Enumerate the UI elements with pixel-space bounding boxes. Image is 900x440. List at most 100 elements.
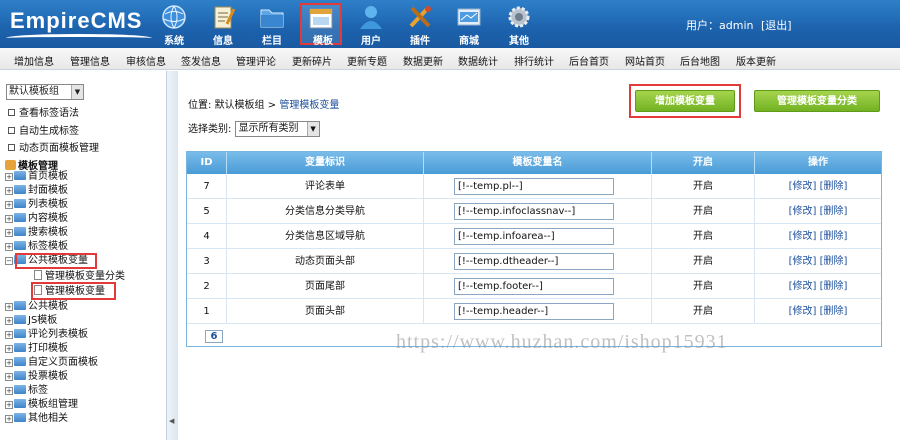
nav-system[interactable]: 系统 — [153, 3, 195, 47]
edit-link[interactable]: [修改] — [789, 206, 817, 217]
nav-column[interactable]: 栏目 — [251, 3, 293, 47]
tree-item-other-related[interactable]: + 其他相关 — [5, 413, 68, 425]
nav-template[interactable]: 模板 — [300, 3, 342, 47]
tree-item-tags[interactable]: + 标签 — [5, 385, 48, 397]
dynamic-page-template-link[interactable]: 动态页面模板管理 — [8, 139, 99, 154]
delete-link[interactable]: [删除] — [820, 256, 848, 267]
tree-item-js-template[interactable]: + JS模板 — [5, 315, 57, 327]
var-name-field[interactable]: [!--temp.header--] — [454, 303, 614, 320]
col-var-name: 模板变量名 — [424, 152, 652, 174]
var-name-field[interactable]: [!--temp.footer--] — [454, 278, 614, 295]
empirecms-logo: EmpireCMS — [4, 6, 154, 44]
expand-plus-icon[interactable]: + — [5, 229, 13, 237]
menu-version-update[interactable]: 版本更新 — [736, 53, 776, 68]
edit-link[interactable]: [修改] — [789, 231, 817, 242]
var-name-field[interactable]: [!--temp.dtheader--] — [454, 253, 614, 270]
expand-plus-icon[interactable]: + — [5, 243, 13, 251]
expand-plus-icon[interactable]: + — [5, 359, 13, 367]
expand-plus-icon[interactable]: + — [5, 215, 13, 223]
quick-menu-bar: 增加信息 管理信息 审核信息 签发信息 管理评论 更新碎片 更新专题 数据更新 … — [0, 48, 900, 70]
expand-plus-icon[interactable]: + — [5, 415, 13, 423]
tree-item-tag-template[interactable]: + 标签模板 — [5, 241, 68, 253]
delete-link[interactable]: [删除] — [820, 231, 848, 242]
highlight-box — [15, 253, 97, 269]
sidebar-collapse-handle[interactable]: ◀ — [166, 71, 178, 440]
menu-manage-info[interactable]: 管理信息 — [70, 53, 110, 68]
tree-item-vote-template[interactable]: + 投票模板 — [5, 371, 68, 383]
type-select[interactable]: 显示所有类别 ▼ — [234, 121, 320, 137]
tree-item-manage-var-class[interactable]: 管理模板变量分类 — [34, 270, 125, 282]
var-name-field[interactable]: [!--temp.infoarea--] — [454, 228, 614, 245]
table-row: 7 评论表单 [!--temp.pl--] 开启 [修改] [删除] — [187, 174, 881, 199]
breadcrumb-current-link[interactable]: 管理模板变量 — [279, 100, 339, 111]
expand-plus-icon[interactable]: + — [5, 373, 13, 381]
menu-sign-info[interactable]: 签发信息 — [181, 53, 221, 68]
nav-user[interactable]: 用户 — [350, 3, 392, 47]
edit-link[interactable]: [修改] — [789, 306, 817, 317]
menu-site-home[interactable]: 网站首页 — [625, 53, 665, 68]
expand-plus-icon[interactable]: + — [5, 187, 13, 195]
tree-item-custom-page-template[interactable]: + 自定义页面模板 — [5, 357, 98, 369]
user-icon — [360, 6, 382, 29]
expand-plus-icon[interactable]: + — [5, 173, 13, 181]
delete-link[interactable]: [删除] — [820, 206, 848, 217]
delete-link[interactable]: [删除] — [820, 281, 848, 292]
tree-item-list-template[interactable]: + 列表模板 — [5, 199, 68, 211]
col-enabled: 开启 — [652, 152, 755, 174]
table-row: 5 分类信息分类导航 [!--temp.infoclassnav--] 开启 [… — [187, 199, 881, 224]
menu-rank-stats[interactable]: 排行统计 — [514, 53, 554, 68]
expand-plus-icon[interactable]: + — [5, 201, 13, 209]
nav-plugin[interactable]: 插件 — [399, 3, 441, 47]
chevron-down-icon: ▼ — [71, 85, 83, 99]
table-row: 2 页面尾部 [!--temp.footer--] 开启 [修改] [删除] — [187, 274, 881, 299]
menu-update-fragments[interactable]: 更新碎片 — [292, 53, 332, 68]
delete-link[interactable]: [删除] — [820, 306, 848, 317]
template-manage-icon — [5, 160, 16, 170]
nav-shop[interactable]: 商城 — [448, 3, 490, 47]
folder-icon — [14, 343, 26, 352]
nav-info[interactable]: 信息 — [202, 3, 244, 47]
tree-item-home-template[interactable]: + 首页模板 — [5, 171, 68, 183]
highlight-box — [31, 282, 116, 300]
menu-data-update[interactable]: 数据更新 — [403, 53, 443, 68]
expand-plus-icon[interactable]: + — [5, 303, 13, 311]
edit-link[interactable]: [修改] — [789, 181, 817, 192]
tree-item-public-template[interactable]: + 公共模板 — [5, 301, 68, 313]
var-name-field[interactable]: [!--temp.infoclassnav--] — [454, 203, 614, 220]
username: admin — [719, 19, 754, 32]
tree-item-search-template[interactable]: + 搜索模板 — [5, 227, 68, 239]
tree-item-cover-template[interactable]: + 封面模板 — [5, 185, 68, 197]
expand-plus-icon[interactable]: + — [5, 317, 13, 325]
menu-add-info[interactable]: 增加信息 — [14, 53, 54, 68]
add-template-var-button[interactable]: 增加模板变量 — [635, 90, 735, 112]
menu-admin-map[interactable]: 后台地图 — [680, 53, 720, 68]
view-tag-syntax-link[interactable]: 查看标签语法 — [8, 104, 79, 119]
total-count-badge: 6 — [205, 330, 223, 343]
menu-data-stats[interactable]: 数据统计 — [458, 53, 498, 68]
menu-admin-home[interactable]: 后台首页 — [569, 53, 609, 68]
logout-link[interactable]: [退出] — [761, 19, 792, 32]
var-name-field[interactable]: [!--temp.pl--] — [454, 178, 614, 195]
menu-update-topics[interactable]: 更新专题 — [347, 53, 387, 68]
sidebar: 默认模板组 ▼ 查看标签语法 自动生成标签 动态页面模板管理 模板管理 + 首页模… — [0, 71, 166, 440]
tree-item-content-template[interactable]: + 内容模板 — [5, 213, 68, 225]
tree-item-comment-list-template[interactable]: + 评论列表模板 — [5, 329, 88, 341]
manage-var-class-button[interactable]: 管理模板变量分类 — [754, 90, 880, 112]
expand-plus-icon[interactable]: + — [5, 387, 13, 395]
expand-plus-icon[interactable]: + — [5, 401, 13, 409]
delete-link[interactable]: [删除] — [820, 181, 848, 192]
collapse-minus-icon[interactable]: − — [5, 257, 13, 265]
globe-icon — [162, 5, 186, 29]
auto-generate-tag-link[interactable]: 自动生成标签 — [8, 122, 79, 137]
edit-link[interactable]: [修改] — [789, 281, 817, 292]
expand-plus-icon[interactable]: + — [5, 331, 13, 339]
tree-item-print-template[interactable]: + 打印模板 — [5, 343, 68, 355]
menu-review-info[interactable]: 审核信息 — [126, 53, 166, 68]
template-group-select[interactable]: 默认模板组 ▼ — [6, 84, 84, 100]
logo-text: EmpireCMS — [10, 8, 143, 33]
expand-plus-icon[interactable]: + — [5, 345, 13, 353]
edit-link[interactable]: [修改] — [789, 256, 817, 267]
menu-manage-comments[interactable]: 管理评论 — [236, 53, 276, 68]
nav-other[interactable]: 其他 — [498, 3, 540, 47]
tree-item-template-group-manage[interactable]: + 模板组管理 — [5, 399, 78, 411]
